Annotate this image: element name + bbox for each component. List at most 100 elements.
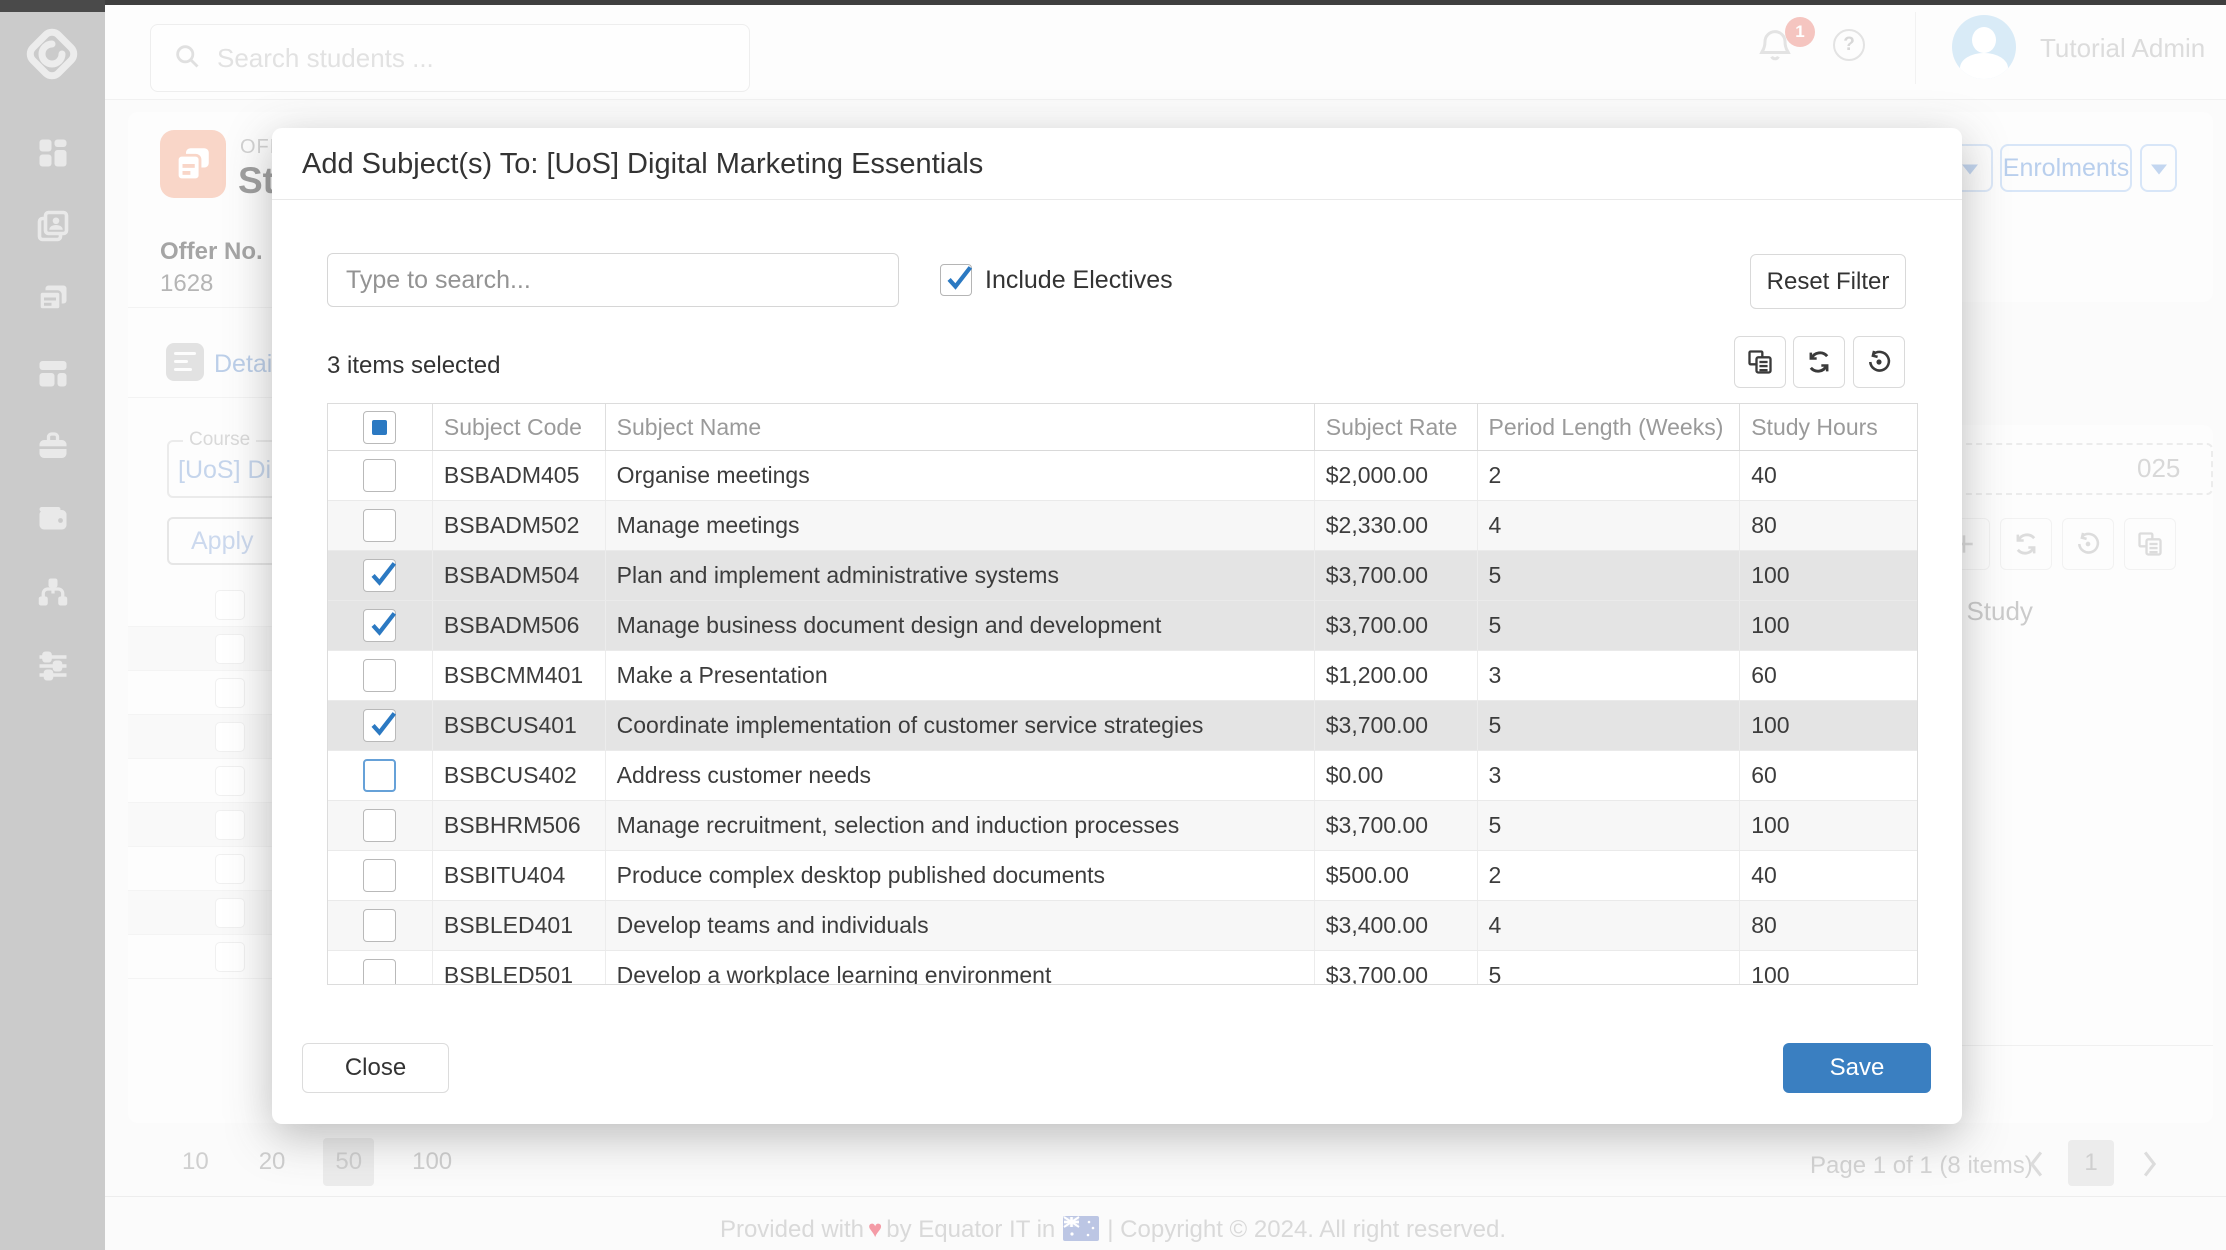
topbar: Search students ... 1 ? Tutorial Admin <box>105 5 2226 100</box>
background-row-checkbox[interactable] <box>215 678 245 708</box>
row-checkbox[interactable] <box>363 559 396 592</box>
enrolments-button[interactable]: Enrolments <box>2000 144 2132 192</box>
row-select-cell <box>328 701 433 750</box>
study-period-value-fragment: 025 <box>2137 453 2180 484</box>
modal-header-divider <box>272 199 1962 200</box>
background-row-checkbox[interactable] <box>215 854 245 884</box>
sidebar-item-agents[interactable] <box>35 574 71 610</box>
sidebar-top-strip <box>0 0 105 12</box>
row-checkbox[interactable] <box>363 959 396 985</box>
page-size-option[interactable]: 20 <box>247 1138 298 1186</box>
row-checkbox[interactable] <box>363 809 396 842</box>
sidebar-item-settings[interactable] <box>35 648 71 684</box>
row-checkbox[interactable] <box>363 659 396 692</box>
background-column-chooser-button[interactable] <box>2124 518 2176 570</box>
table-row[interactable]: BSBADM506Manage business document design… <box>328 601 1917 651</box>
background-row-checkbox[interactable] <box>215 942 245 972</box>
subject-search-input[interactable] <box>327 253 899 307</box>
period-length-cell: 5 <box>1478 801 1741 850</box>
background-row-checkbox[interactable] <box>215 810 245 840</box>
column-chooser-icon <box>2136 530 2164 558</box>
table-row[interactable]: BSBADM502Manage meetings$2,330.00480 <box>328 501 1917 551</box>
offer-document-icon <box>160 130 226 198</box>
background-row-checkbox[interactable] <box>215 766 245 796</box>
table-row[interactable]: BSBADM405Organise meetings$2,000.00240 <box>328 451 1917 501</box>
table-row[interactable]: BSBHRM506Manage recruitment, selection a… <box>328 801 1917 851</box>
table-row[interactable]: BSBCMM401Make a Presentation$1,200.00360 <box>328 651 1917 701</box>
study-hours-cell: 80 <box>1740 501 1917 550</box>
row-select-cell <box>328 501 433 550</box>
check-icon <box>366 707 400 741</box>
row-checkbox[interactable] <box>363 459 396 492</box>
table-row[interactable]: BSBCUS402Address customer needs$0.00360 <box>328 751 1917 801</box>
next-page-button[interactable] <box>2134 1146 2164 1182</box>
page-size-option[interactable]: 50 <box>323 1138 374 1186</box>
row-checkbox[interactable] <box>363 859 396 892</box>
sidebar-item-courses[interactable] <box>35 355 71 391</box>
close-button[interactable]: Close <box>302 1043 449 1093</box>
sidebar-item-students[interactable] <box>35 208 71 244</box>
chevron-right-icon <box>2134 1146 2164 1182</box>
sidebar-item-payments[interactable] <box>35 501 71 537</box>
table-row[interactable]: BSBITU404Produce complex desktop publish… <box>328 851 1917 901</box>
select-all-checkbox[interactable] <box>363 411 396 444</box>
row-select-cell <box>328 451 433 500</box>
subject-name-cell: Organise meetings <box>606 451 1315 500</box>
row-select-cell <box>328 951 433 985</box>
page-number-button[interactable]: 1 <box>2068 1140 2114 1186</box>
subject-name-cell: Develop a workplace learning environment <box>606 951 1315 985</box>
column-header[interactable]: Subject Name <box>606 404 1315 450</box>
revert-button[interactable] <box>1853 336 1905 388</box>
background-refresh-button[interactable] <box>2000 518 2052 570</box>
revert-icon <box>1865 348 1893 376</box>
enrolments-dropdown-button[interactable] <box>2140 144 2177 192</box>
sidebar-item-offers[interactable] <box>35 281 71 317</box>
subject-rate-cell: $2,000.00 <box>1315 451 1478 500</box>
notifications-button[interactable]: 1 <box>1755 23 1815 83</box>
include-electives-label[interactable]: Include Electives <box>985 266 1173 295</box>
page-size-option[interactable]: 100 <box>400 1138 464 1186</box>
row-checkbox[interactable] <box>363 709 396 742</box>
background-row-checkbox[interactable] <box>215 898 245 928</box>
column-header[interactable]: Subject Rate <box>1315 404 1478 450</box>
chevron-left-icon <box>2022 1146 2052 1182</box>
column-chooser-button[interactable] <box>1734 336 1786 388</box>
background-grid-border <box>1962 1045 2213 1046</box>
row-checkbox[interactable] <box>363 609 396 642</box>
row-select-cell <box>328 751 433 800</box>
table-row[interactable]: BSBLED501Develop a workplace learning en… <box>328 951 1917 985</box>
user-name[interactable]: Tutorial Admin <box>2040 33 2205 64</box>
row-checkbox[interactable] <box>363 909 396 942</box>
table-row[interactable]: BSBLED401Develop teams and individuals$3… <box>328 901 1917 951</box>
row-checkbox[interactable] <box>363 509 396 542</box>
table-row[interactable]: BSBADM504Plan and implement administrati… <box>328 551 1917 601</box>
refresh-button[interactable] <box>1793 336 1845 388</box>
subject-rate-cell: $3,400.00 <box>1315 901 1478 950</box>
student-search-input[interactable]: Search students ... <box>150 24 750 92</box>
sidebar-item-dashboard[interactable] <box>35 135 71 171</box>
save-button[interactable]: Save <box>1783 1043 1931 1093</box>
background-row-checkbox[interactable] <box>215 722 245 752</box>
user-avatar[interactable] <box>1952 15 2016 79</box>
help-button[interactable]: ? <box>1833 29 1865 61</box>
column-header[interactable]: Period Length (Weeks) <box>1478 404 1741 450</box>
background-grid-row <box>128 891 293 935</box>
background-row-checkbox[interactable] <box>215 590 245 620</box>
row-select-cell <box>328 851 433 900</box>
prev-page-button[interactable] <box>2022 1146 2052 1182</box>
app-logo-icon[interactable] <box>20 22 84 86</box>
column-header[interactable]: Study Hours <box>1740 404 1917 450</box>
study-card-title-fragment: f Study <box>1952 596 2033 627</box>
table-row[interactable]: BSBCUS401Coordinate implementation of cu… <box>328 701 1917 751</box>
subject-name-cell: Coordinate implementation of customer se… <box>606 701 1315 750</box>
sidebar <box>0 0 105 1250</box>
reset-filter-button[interactable]: Reset Filter <box>1750 254 1906 309</box>
row-checkbox[interactable] <box>363 759 396 792</box>
include-electives-checkbox[interactable] <box>940 264 972 296</box>
sidebar-item-jobs[interactable] <box>35 428 71 464</box>
column-header[interactable]: Subject Code <box>433 404 606 450</box>
background-row-checkbox[interactable] <box>215 634 245 664</box>
background-revert-button[interactable] <box>2062 518 2114 570</box>
period-length-cell: 3 <box>1478 751 1741 800</box>
page-size-option[interactable]: 10 <box>170 1138 221 1186</box>
